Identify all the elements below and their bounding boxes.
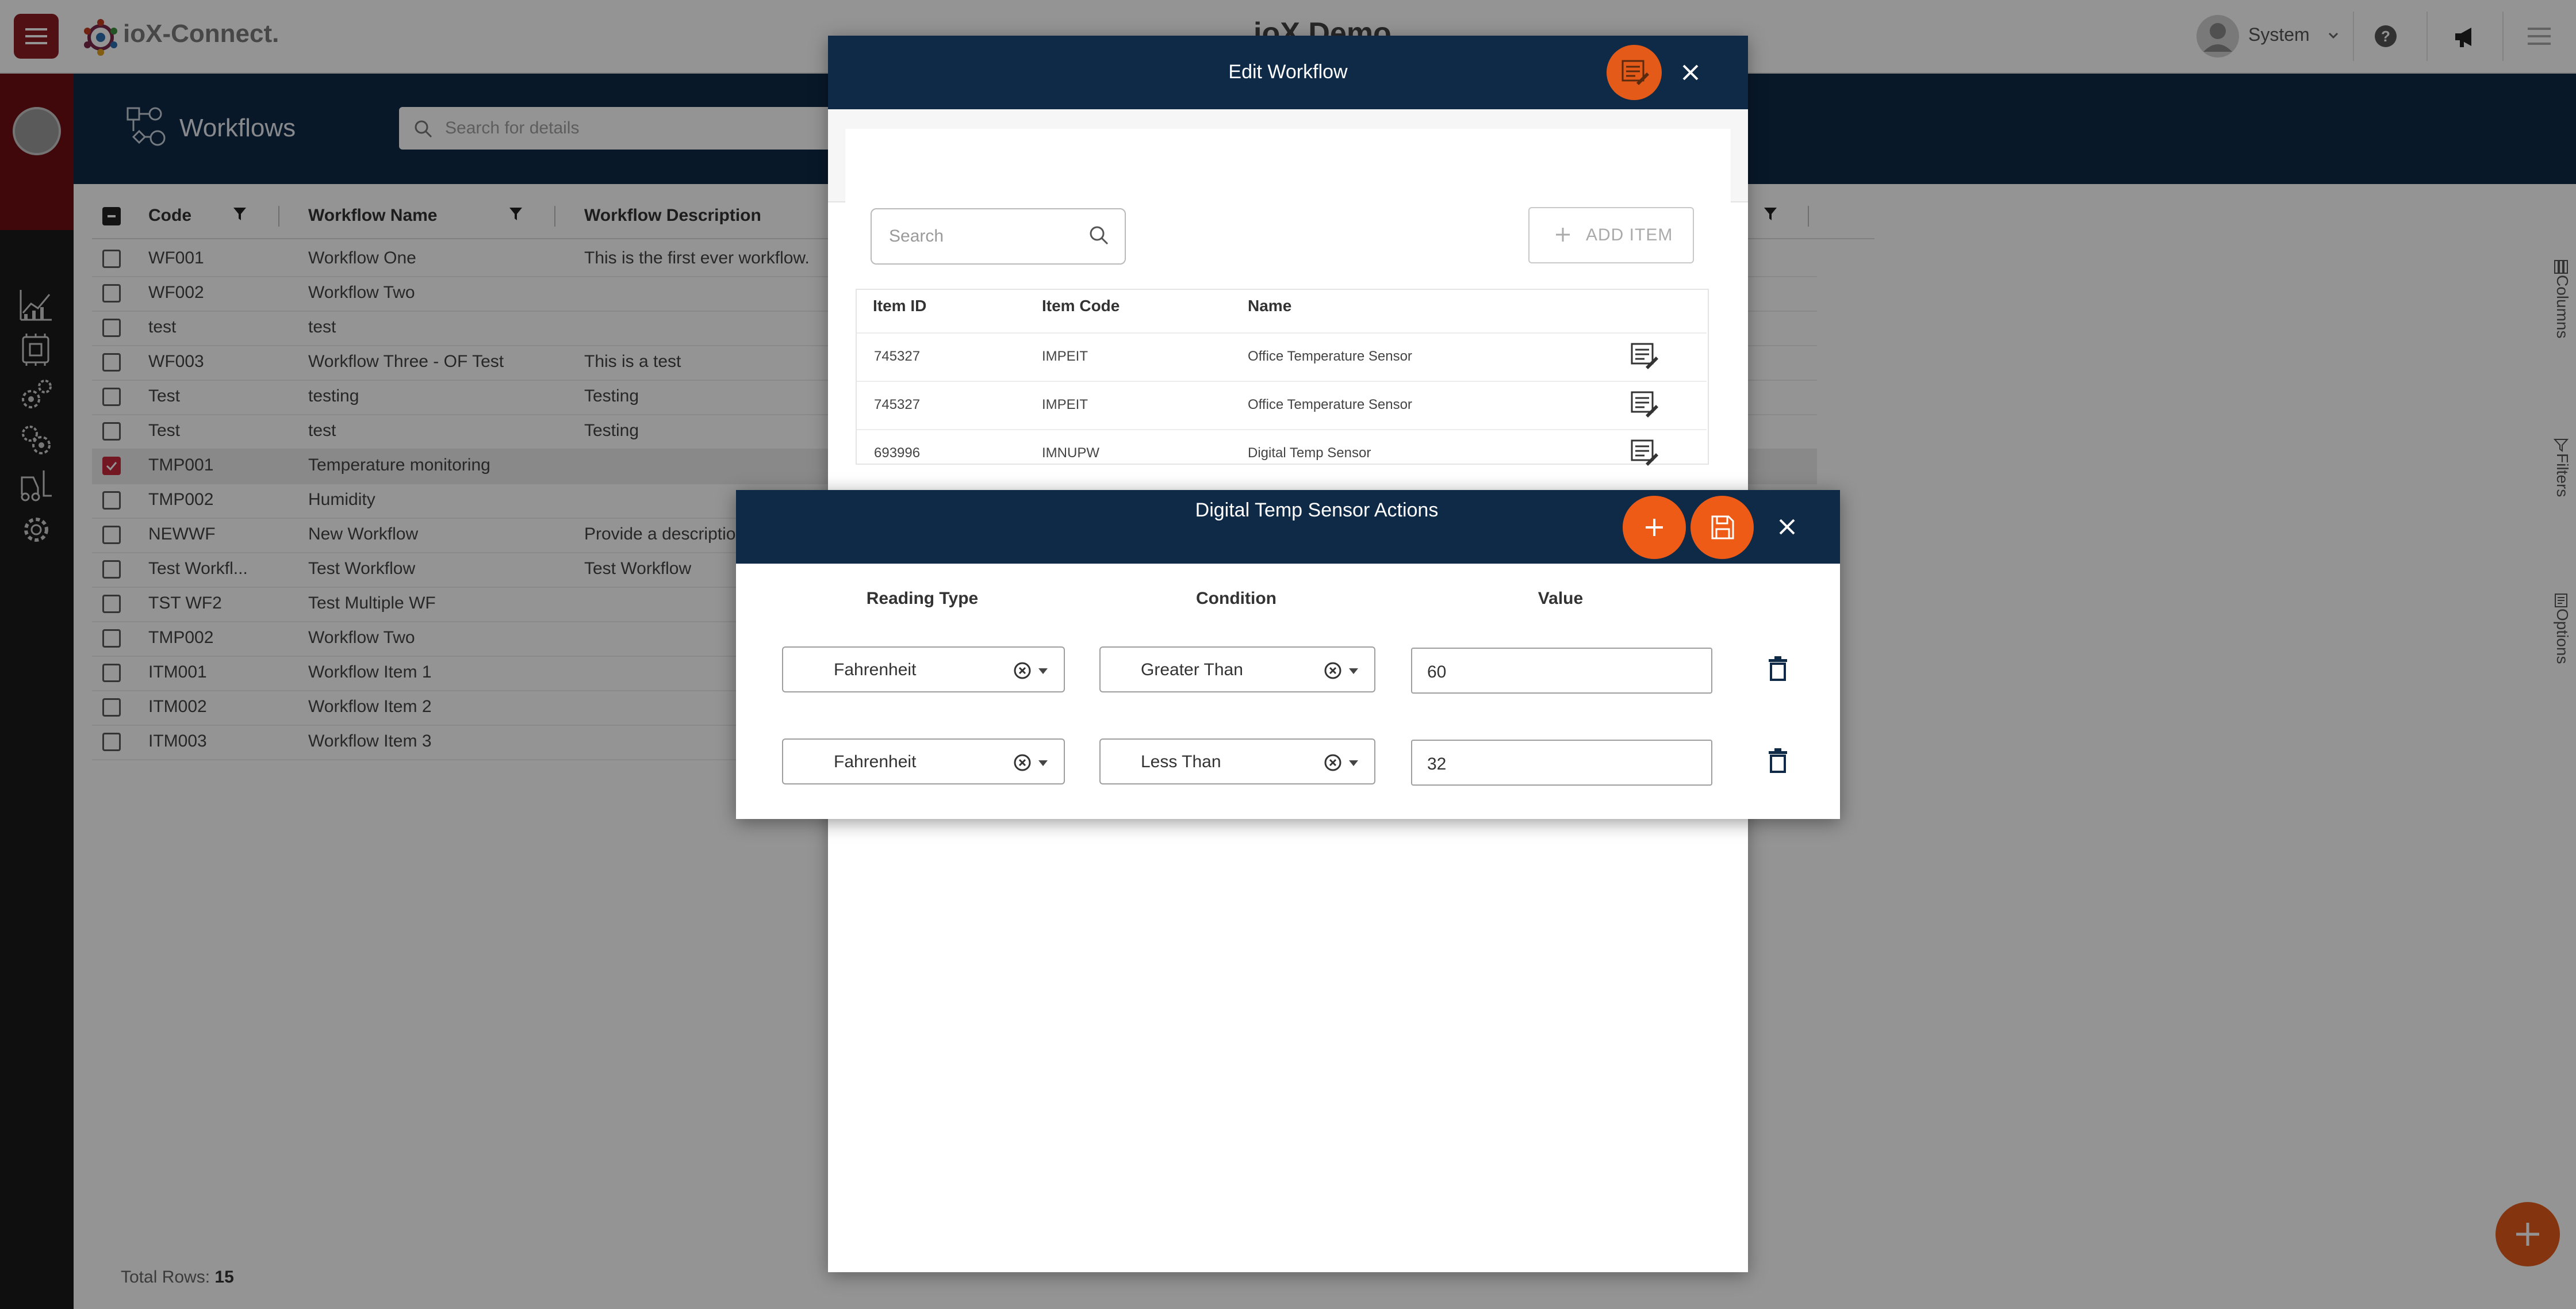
- items-search-placeholder: Search: [889, 227, 944, 246]
- delete-icon[interactable]: [1766, 748, 1789, 774]
- value-text: 60: [1427, 663, 1447, 682]
- condition-value: Greater Than: [1141, 660, 1243, 679]
- add-action-button[interactable]: [1623, 496, 1686, 559]
- item-id: 745327: [874, 397, 921, 412]
- items-search-input[interactable]: Search: [871, 208, 1126, 265]
- close-button[interactable]: [1679, 61, 1702, 84]
- item-id: 693996: [874, 445, 921, 461]
- chevron-down-icon[interactable]: [1348, 759, 1359, 767]
- value-input[interactable]: 32: [1411, 740, 1712, 786]
- delete-icon[interactable]: [1766, 656, 1789, 682]
- edit-icon[interactable]: [1630, 389, 1659, 419]
- chevron-down-icon[interactable]: [1348, 667, 1359, 675]
- plus-icon: [1646, 519, 1663, 536]
- chevron-down-icon[interactable]: [1037, 667, 1049, 675]
- item-code: IMPEIT: [1042, 349, 1088, 364]
- items-column-name[interactable]: Name: [1248, 297, 1291, 315]
- condition-select[interactable]: Greater Than: [1099, 646, 1375, 692]
- chevron-down-icon[interactable]: [1037, 759, 1049, 767]
- save-button[interactable]: [1690, 496, 1754, 559]
- plus-icon: [1556, 228, 1570, 242]
- save-icon: [1711, 515, 1734, 539]
- edit-icon[interactable]: [1630, 340, 1659, 370]
- value-text: 32: [1427, 755, 1447, 774]
- item-name: Office Temperature Sensor: [1248, 397, 1412, 412]
- clear-icon[interactable]: [1013, 661, 1032, 680]
- item-code: IMNUPW: [1042, 445, 1099, 461]
- clear-icon[interactable]: [1013, 753, 1032, 772]
- reading-type-value: Fahrenheit: [834, 660, 917, 679]
- condition-value: Less Than: [1141, 752, 1221, 771]
- reading-type-select[interactable]: Fahrenheit: [782, 738, 1065, 784]
- reading-type-value: Fahrenheit: [834, 752, 917, 771]
- search-icon: [1090, 226, 1109, 245]
- edit-workflow-action-button[interactable]: [1607, 45, 1662, 100]
- edit-icon[interactable]: [1630, 437, 1659, 467]
- column-condition: Condition: [1196, 589, 1276, 608]
- items-column-item-id[interactable]: Item ID: [873, 297, 926, 315]
- reading-type-select[interactable]: Fahrenheit: [782, 646, 1065, 692]
- value-input[interactable]: 60: [1411, 648, 1712, 694]
- column-value: Value: [1538, 589, 1584, 608]
- edit-icon: [1621, 60, 1649, 85]
- clear-icon[interactable]: [1324, 753, 1342, 772]
- item-name: Office Temperature Sensor: [1248, 349, 1412, 364]
- item-id: 745327: [874, 349, 921, 364]
- add-item-label: ADD ITEM: [1586, 225, 1673, 244]
- clear-icon[interactable]: [1324, 661, 1342, 680]
- condition-select[interactable]: Less Than: [1099, 738, 1375, 784]
- items-column-item-code[interactable]: Item Code: [1042, 297, 1120, 315]
- close-icon: [1682, 64, 1699, 81]
- item-name: Digital Temp Sensor: [1248, 445, 1371, 461]
- close-icon: [1779, 519, 1795, 535]
- column-reading-type: Reading Type: [866, 589, 979, 608]
- add-item-button[interactable]: ADD ITEM: [1528, 207, 1694, 263]
- close-button[interactable]: [1776, 515, 1799, 538]
- sensor-actions-dialog: Digital Temp Sensor Actions Reading Type…: [736, 490, 1840, 819]
- item-code: IMPEIT: [1042, 397, 1088, 412]
